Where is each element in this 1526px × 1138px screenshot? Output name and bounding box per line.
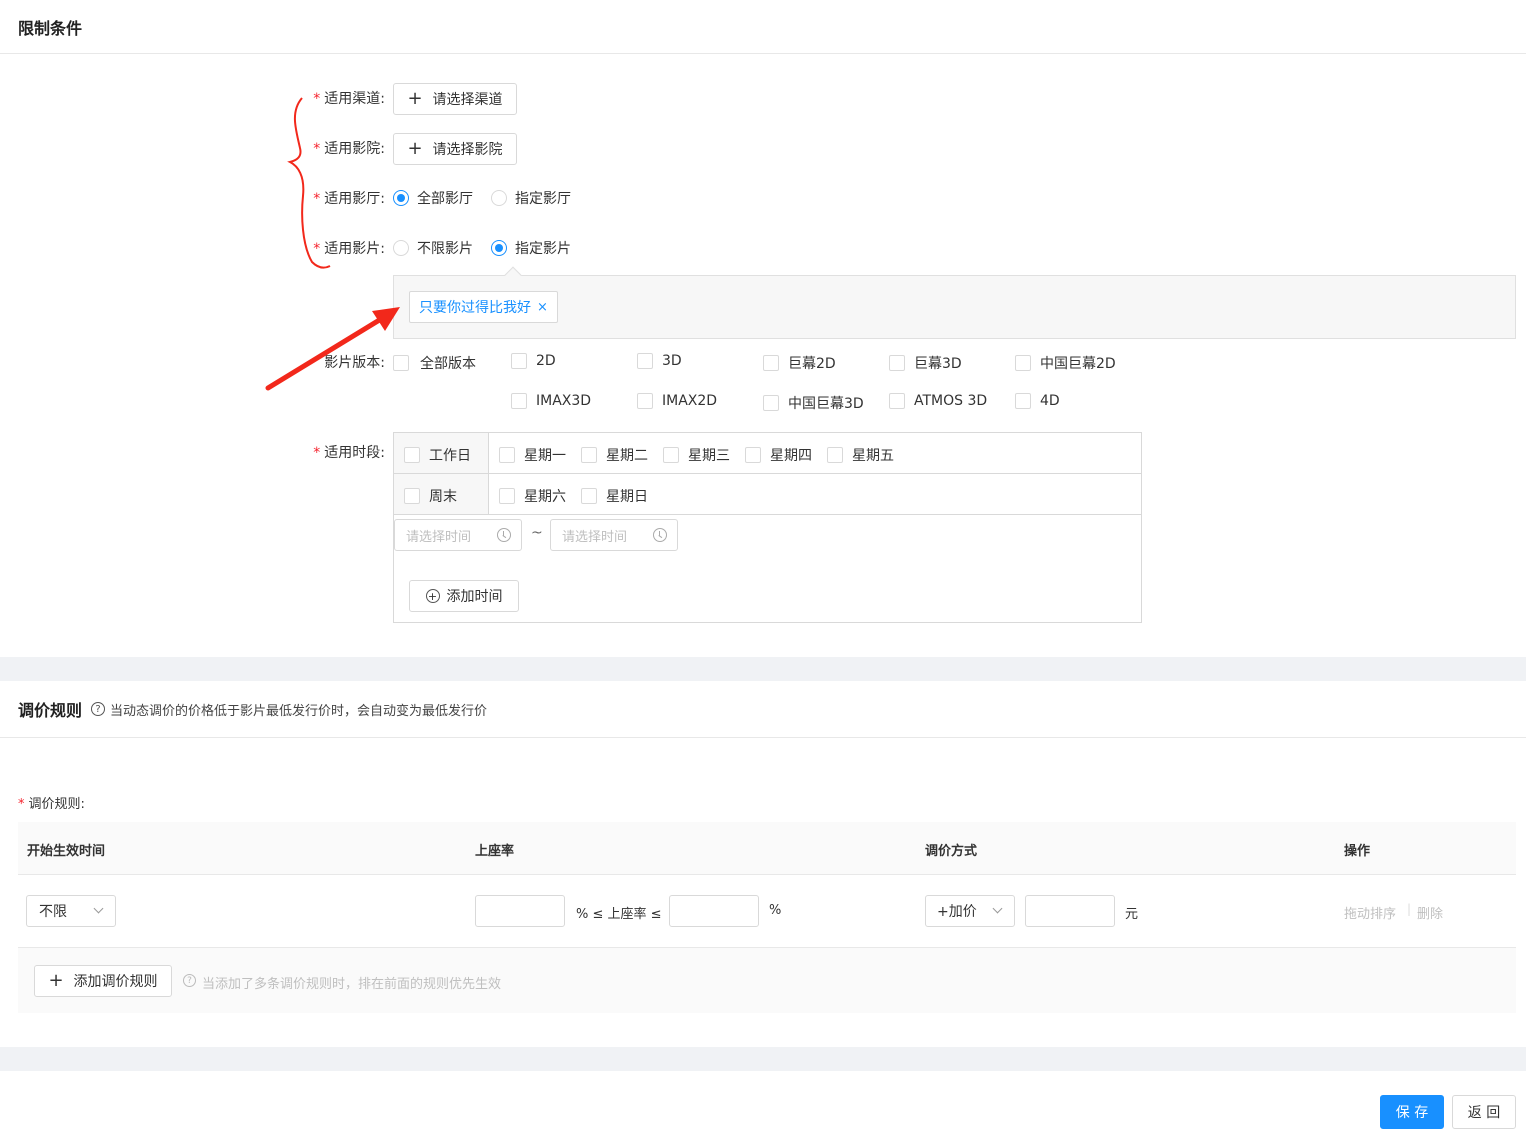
section-divider: [0, 657, 1526, 681]
col-method: 调价方式: [925, 844, 978, 859]
back-button[interactable]: 返 回: [1452, 1095, 1516, 1129]
plus-icon: +: [48, 970, 64, 991]
annotation-arrow-head: [372, 307, 400, 331]
drag-sort-link[interactable]: 拖动排序: [1344, 903, 1396, 922]
chevron-down-icon: [992, 903, 1003, 914]
rules-table-header: 开始生效时间 上座率 调价方式 操作: [18, 822, 1516, 875]
method-select[interactable]: +加价: [925, 895, 1015, 927]
action-separator: |: [1407, 902, 1412, 916]
add-rule-tip: 当添加了多条调价规则时，排在前面的规则优先生效: [202, 977, 502, 992]
pricing-tip: 当动态调价的价格低于影片最低发行价时，会自动变为最低发行价: [110, 703, 488, 719]
chevron-down-icon: [93, 903, 104, 914]
section-divider: [0, 1047, 1526, 1071]
question-icon: ?: [91, 702, 106, 716]
occupancy-range-text: % ≤ 上座率 ≤: [576, 907, 662, 922]
occupancy-unit: %: [769, 903, 782, 918]
amount-unit: 元: [1125, 907, 1139, 922]
occupancy-max-input[interactable]: [669, 895, 759, 927]
question-icon: ?: [183, 974, 196, 987]
col-actions: 操作: [1344, 844, 1371, 859]
add-rule-button[interactable]: + 添加调价规则: [34, 965, 172, 997]
save-button[interactable]: 保 存: [1380, 1095, 1444, 1129]
col-start-time: 开始生效时间: [27, 844, 106, 859]
pricing-header: 调价规则 ? 当动态调价的价格低于影片最低发行价时，会自动变为最低发行价: [0, 681, 1526, 738]
pricing-title: 调价规则: [18, 701, 83, 720]
delete-link[interactable]: 删除: [1417, 903, 1443, 922]
amount-input[interactable]: [1025, 895, 1115, 927]
occupancy-min-input[interactable]: [475, 895, 565, 927]
rule-label: * 调价规则:: [18, 797, 85, 812]
start-time-select[interactable]: 不限: [26, 895, 116, 927]
add-rule-area: + 添加调价规则 ? 当添加了多条调价规则时，排在前面的规则优先生效: [18, 948, 1516, 1013]
col-occupancy: 上座率: [475, 844, 515, 859]
table-row: 不限 % ≤ 上座率 ≤ % +加价 元 拖动排序 | 删除: [18, 875, 1516, 948]
annotation-brace: [287, 97, 331, 269]
annotation-arrow-shaft: [265, 316, 384, 391]
